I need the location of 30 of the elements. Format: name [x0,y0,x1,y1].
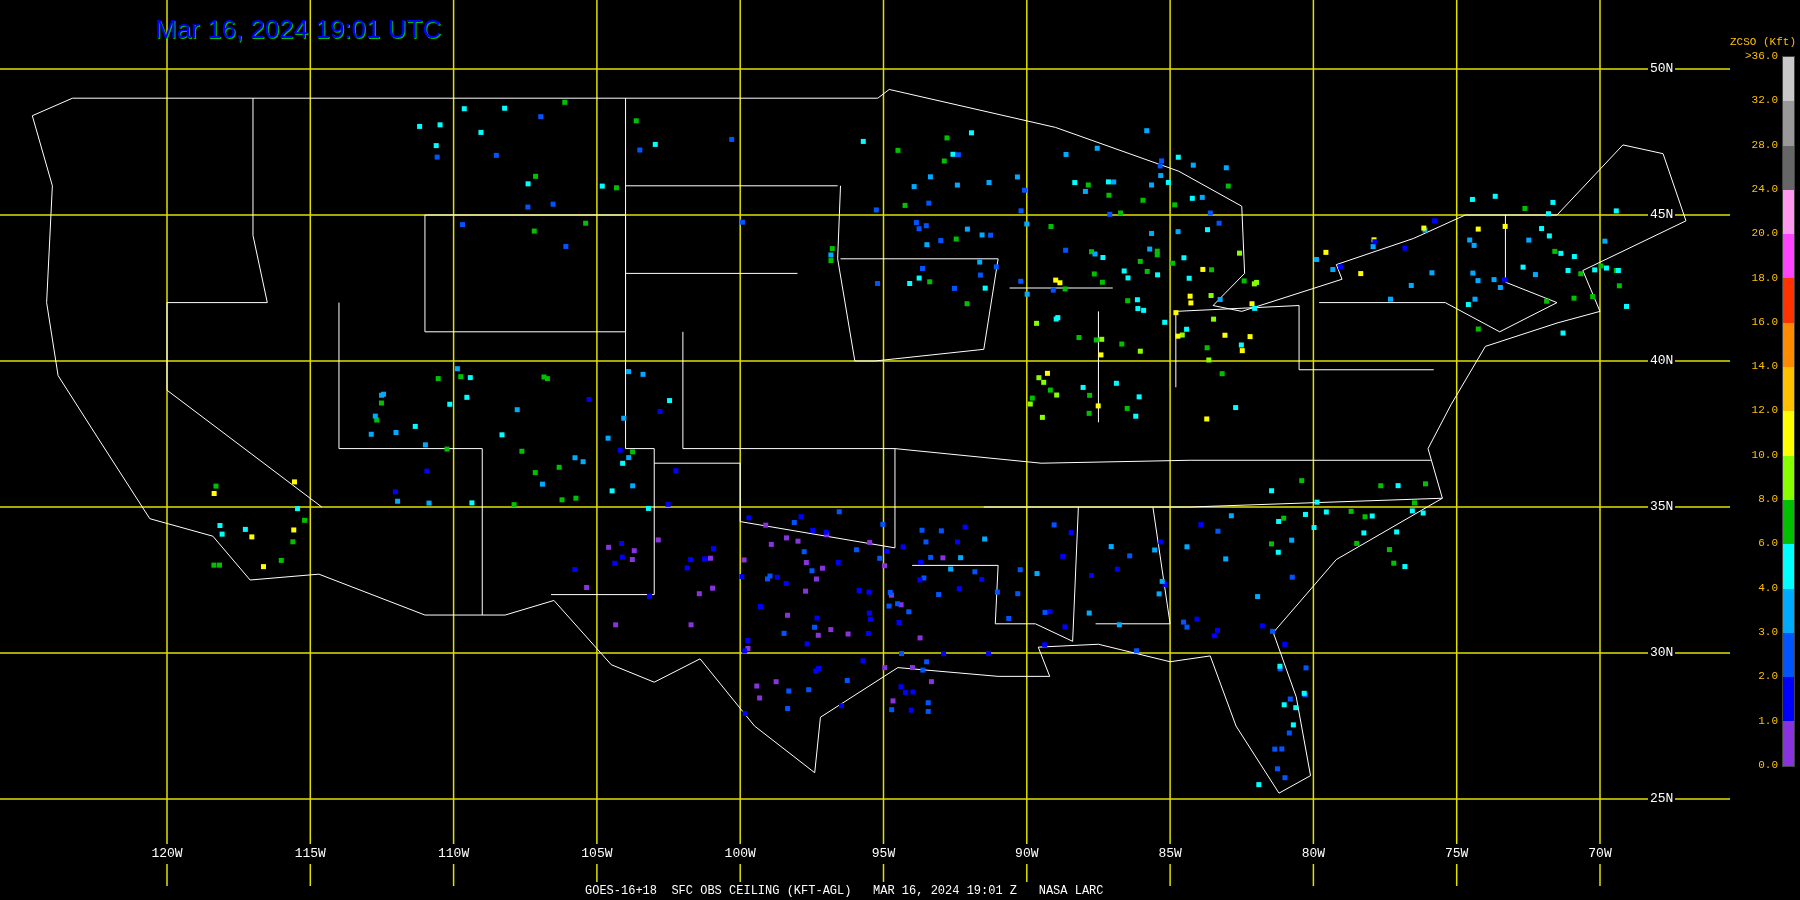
longitude-label: 95W [869,844,898,864]
scale-label: 16.0 [1751,314,1778,330]
longitude-label: 100W [722,844,758,864]
scale-label: >36.0 [1745,48,1778,64]
scale-label: 18.0 [1751,270,1778,286]
scale-label: 4.0 [1758,580,1778,596]
longitude-label: 90W [1013,844,1041,864]
scale-label: 3.0 [1758,624,1778,640]
longitude-label: 85W [1156,844,1184,864]
scale-label: 20.0 [1751,225,1778,241]
longitude-label: 115W [292,844,328,864]
scale-label: 14.0 [1751,358,1778,374]
scale-label: 6.0 [1758,536,1778,552]
scale-label: 24.0 [1751,181,1778,197]
longitude-label: 75W [1443,844,1471,864]
longitude-label: 120W [149,844,185,864]
scale-label: 32.0 [1751,93,1778,109]
scale-label: 12.0 [1751,403,1778,419]
scale-label: 0.0 [1758,757,1778,773]
longitude-label: 80W [1299,844,1328,864]
scale-label: 1.0 [1758,713,1778,729]
legend-title: ZCSO (Kft) [1730,35,1796,50]
scale-label: 28.0 [1751,137,1778,153]
scale-label: 10.0 [1751,447,1778,463]
scale-label: 8.0 [1758,491,1778,507]
longitude-label: 70W [1586,844,1614,864]
longitude-label: 105W [579,844,615,864]
map-caption: GOES-16+18 SFC OBS CEILING (KFT-AGL) MAR 16, 2024 19:01 Z NASA LARC [585,882,1104,900]
scale-label: 2.0 [1758,668,1778,684]
longitude-label: 110W [436,844,472,864]
